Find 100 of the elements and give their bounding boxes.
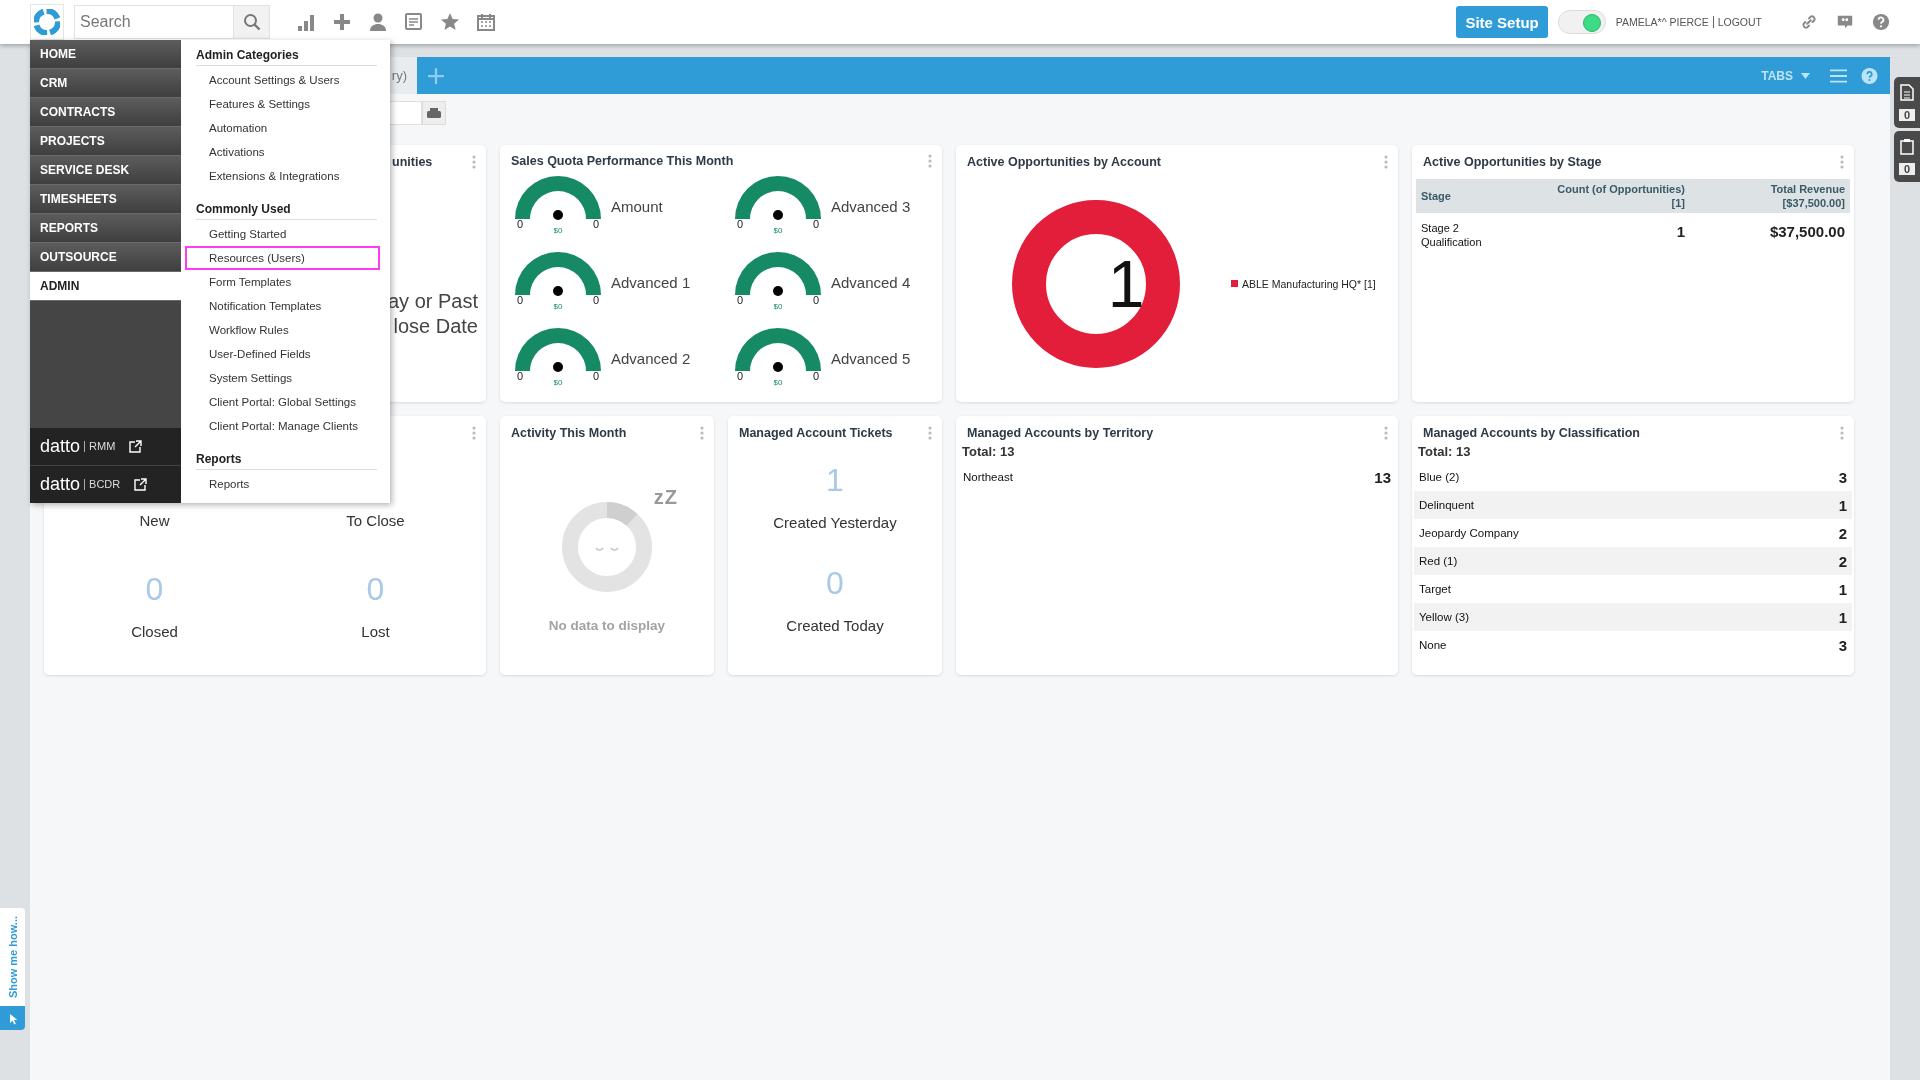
row-value: 2 bbox=[1838, 552, 1847, 570]
side-counter[interactable]: 0 bbox=[1894, 131, 1920, 182]
table-cell-text: Stage 2 Qualification bbox=[1421, 221, 1483, 249]
gauge-max: 0 bbox=[812, 294, 819, 306]
column-total: [1] bbox=[1671, 196, 1685, 210]
menu-section-title: Commonly Used bbox=[196, 202, 377, 220]
stat-label: Closed bbox=[131, 623, 178, 640]
kebab-menu-icon[interactable] bbox=[1384, 426, 1388, 440]
gauge-min: 0 bbox=[737, 294, 744, 306]
menu-item[interactable]: Workflow Rules bbox=[185, 318, 380, 342]
table-cell-text: 1 bbox=[1675, 222, 1685, 239]
search-button[interactable] bbox=[234, 5, 270, 39]
menu-item[interactable]: Getting Started bbox=[185, 222, 380, 246]
help-icon[interactable] bbox=[1861, 67, 1878, 84]
kebab-menu-icon[interactable] bbox=[1384, 155, 1388, 169]
kebab-menu-icon[interactable] bbox=[928, 153, 932, 168]
row-label: Target bbox=[1419, 583, 1451, 595]
row-label: Red (1) bbox=[1419, 555, 1458, 567]
link-icon[interactable] bbox=[1800, 13, 1818, 31]
menu-item[interactable]: User-Defined Fields bbox=[185, 342, 380, 366]
column-header: Total Revenue bbox=[1770, 182, 1845, 196]
menu-item[interactable]: Client Portal: Manage Clients bbox=[185, 414, 380, 438]
external-product-link[interactable]: datto RMM bbox=[30, 427, 181, 465]
menu-item[interactable]: Notification Templates bbox=[185, 294, 380, 318]
row-value: 2 bbox=[1838, 524, 1847, 542]
gauge-label: Advanced 1 bbox=[611, 274, 691, 291]
kebab-menu-icon[interactable] bbox=[928, 426, 932, 440]
row-label: Northeast bbox=[963, 471, 1013, 483]
stat-value: 0 bbox=[145, 570, 164, 609]
table-cell-text: $37,500.00 bbox=[1768, 222, 1845, 239]
nav-item[interactable]: REPORTS bbox=[30, 214, 181, 243]
menu-item[interactable]: Resources (Users) bbox=[185, 246, 380, 270]
widget-title: Managed Accounts by Classification bbox=[1423, 426, 1641, 440]
add-tab-icon[interactable] bbox=[427, 66, 445, 85]
kebab-menu-icon[interactable] bbox=[472, 426, 476, 440]
sleep-mark: zZ bbox=[653, 486, 678, 509]
kebab-menu-icon[interactable] bbox=[700, 426, 704, 440]
widget-text: lose Date bbox=[393, 314, 478, 339]
widget-title: Activity This Month bbox=[511, 426, 628, 440]
row-value: 1 bbox=[1838, 580, 1847, 598]
menu-item[interactable]: Activations bbox=[185, 140, 380, 164]
nav-item[interactable]: OUTSOURCE bbox=[30, 243, 181, 272]
logo-icon[interactable] bbox=[30, 4, 64, 40]
kebab-menu-icon[interactable] bbox=[472, 155, 476, 169]
nav-item[interactable]: ADMIN bbox=[30, 272, 181, 301]
nav-item[interactable]: CRM bbox=[30, 69, 181, 98]
stat-label: Created Today bbox=[786, 617, 884, 634]
column-total: [$37,500.00] bbox=[1782, 196, 1845, 210]
help-icon[interactable] bbox=[1872, 13, 1890, 31]
gauge-value: $0 bbox=[773, 378, 783, 387]
nav-item[interactable]: PROJECTS bbox=[30, 127, 181, 156]
counter-value: 0 bbox=[1899, 163, 1915, 175]
gauge-label: Advanced 2 bbox=[611, 350, 691, 367]
stat-label: Created Yesterday bbox=[773, 514, 897, 531]
menu-item[interactable]: Features & Settings bbox=[185, 92, 380, 116]
menu-item[interactable]: Automation bbox=[185, 116, 380, 140]
widget-title: Managed Account Tickets bbox=[739, 426, 894, 440]
stat-label: New bbox=[139, 512, 170, 529]
external-link-icon bbox=[129, 440, 143, 453]
menu-section-title: Reports bbox=[196, 452, 377, 470]
nav-item[interactable]: TIMESHEETS bbox=[30, 185, 181, 214]
print-button[interactable] bbox=[422, 101, 446, 125]
gauge-value: $0 bbox=[773, 302, 783, 311]
status-toggle[interactable] bbox=[1557, 10, 1606, 34]
external-product-link[interactable]: datto BCDR bbox=[30, 465, 181, 503]
row-label: Yellow (3) bbox=[1419, 611, 1470, 623]
search-field[interactable]: Search bbox=[74, 5, 234, 39]
side-counter[interactable]: 0 bbox=[1894, 77, 1920, 128]
menu-icon[interactable] bbox=[1830, 67, 1847, 84]
form-icon[interactable] bbox=[404, 12, 424, 32]
bar-chart-icon[interactable] bbox=[296, 12, 316, 32]
star-icon[interactable] bbox=[440, 12, 460, 32]
menu-item[interactable]: Form Templates bbox=[185, 270, 380, 294]
total-count: Total: 13 bbox=[1417, 444, 1472, 459]
nav-item[interactable]: SERVICE DESK bbox=[30, 156, 181, 185]
clipboard-icon bbox=[1900, 138, 1914, 155]
calendar-icon[interactable] bbox=[476, 12, 496, 32]
gauge-min: 0 bbox=[737, 370, 744, 382]
nav-item[interactable]: HOME bbox=[30, 40, 181, 69]
menu-item[interactable]: Reports bbox=[185, 472, 380, 496]
user-name: PAMELA*^ PIERCE bbox=[1615, 16, 1714, 28]
kebab-menu-icon[interactable] bbox=[1840, 426, 1844, 440]
menu-item[interactable]: Account Settings & Users bbox=[185, 68, 380, 92]
nav-item[interactable]: CONTRACTS bbox=[30, 98, 181, 127]
menu-item[interactable]: Client Portal: Global Settings bbox=[185, 390, 380, 414]
logout-link[interactable]: LOGOUT bbox=[1717, 16, 1762, 28]
menu-item[interactable]: Extensions & Integrations bbox=[185, 164, 380, 188]
stat-value: 0 bbox=[826, 564, 844, 603]
kebab-menu-icon[interactable] bbox=[1840, 155, 1844, 169]
widget-title: unities bbox=[391, 155, 434, 169]
person-icon[interactable] bbox=[368, 12, 388, 32]
gauge-min: 0 bbox=[517, 218, 524, 230]
gauge-max: 0 bbox=[592, 294, 599, 306]
menu-item[interactable]: System Settings bbox=[185, 366, 380, 390]
chat-icon[interactable] bbox=[1836, 13, 1854, 31]
plus-icon[interactable] bbox=[332, 12, 352, 32]
gauge-value: $0 bbox=[773, 226, 783, 235]
widget-title: Active Opportunities by Stage bbox=[1423, 155, 1603, 169]
row-label: None bbox=[1419, 639, 1447, 651]
gauge-max: 0 bbox=[812, 218, 819, 230]
